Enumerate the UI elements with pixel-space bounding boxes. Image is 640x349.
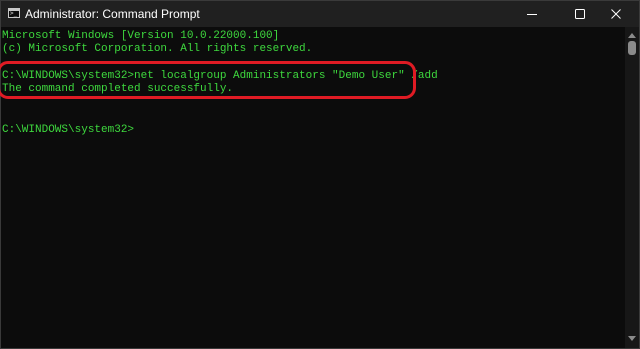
maximize-icon xyxy=(575,9,585,19)
scrollbar-thumb[interactable] xyxy=(628,41,636,55)
console-line-prompt[interactable]: C:\WINDOWS\system32> xyxy=(2,123,134,137)
console-output[interactable]: Microsoft Windows [Version 10.0.22000.10… xyxy=(0,27,625,348)
minimize-button[interactable] xyxy=(509,1,555,27)
command-prompt-icon-glyph: >_ xyxy=(10,10,18,17)
minimize-icon xyxy=(527,14,537,15)
title-bar[interactable]: >_ Administrator: Command Prompt xyxy=(1,1,639,27)
command-prompt-icon[interactable]: >_ xyxy=(8,8,20,18)
command-prompt-window: >_ Administrator: Command Prompt Microso… xyxy=(0,0,640,349)
close-icon xyxy=(611,9,621,19)
vertical-scrollbar[interactable] xyxy=(625,27,639,348)
scroll-down-arrow-icon[interactable] xyxy=(628,336,636,341)
close-button[interactable] xyxy=(593,1,639,27)
console-line-copyright: (c) Microsoft Corporation. All rights re… xyxy=(2,43,313,55)
scroll-up-arrow-icon[interactable] xyxy=(628,33,636,38)
command-highlight-annotation xyxy=(0,61,416,99)
window-title: Administrator: Command Prompt xyxy=(25,7,200,21)
console-line-version: Microsoft Windows [Version 10.0.22000.10… xyxy=(2,30,280,42)
